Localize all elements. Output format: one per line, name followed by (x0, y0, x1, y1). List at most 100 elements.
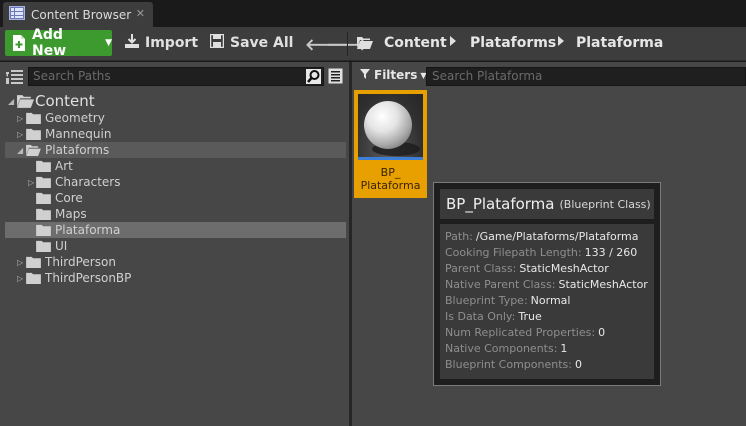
tooltip-row: Blueprint Type: Normal (445, 294, 654, 310)
tree-item-thirdpersonbp[interactable]: ▷ ThirdPersonBP (5, 270, 346, 286)
open-folder-icon (17, 94, 34, 111)
tooltip-key: Path: (445, 230, 473, 243)
tooltip-value: StaticMeshActor (519, 262, 609, 275)
tooltip-details: Path:/Game/Plataforms/Plataforma Cooking … (440, 224, 654, 379)
tooltip-key: Num Replicated Properties: (445, 326, 596, 339)
tree-item-label: Art (55, 159, 73, 173)
folder-icon (36, 192, 51, 207)
folder-icon (26, 256, 41, 271)
folder-icon (36, 160, 51, 175)
expand-arrow-icon[interactable]: ▷ (17, 274, 23, 283)
import-icon (125, 34, 145, 52)
blueprint-sphere-thumbnail (358, 94, 423, 157)
tooltip-row: Native Parent Class: StaticMeshActor (445, 278, 654, 294)
expand-arrow-icon[interactable]: ▷ (17, 258, 23, 267)
tree-item-label: Characters (55, 175, 121, 189)
tooltip-asset-type: (Blueprint Class) (559, 197, 651, 211)
expand-arrow-icon[interactable]: ▷ (17, 130, 23, 139)
tooltip-key: Parent Class: (445, 262, 517, 275)
tooltip-row: Cooking Filepath Length: 133 / 260 (445, 246, 654, 262)
tree-item-label: Core (55, 191, 83, 205)
tree-item-label: Maps (55, 207, 87, 221)
tree-item-geometry[interactable]: ▷ Geometry (5, 110, 346, 126)
collapse-arrow-icon[interactable]: ◢ (17, 146, 23, 155)
filter-icon (360, 68, 370, 82)
tree-item-label: ThirdPersonBP (45, 271, 132, 285)
asset-tile-bp-plataforma[interactable]: BP_ Plataforma (354, 90, 427, 198)
asset-type-color-bar (358, 157, 423, 160)
filters-label: Filters (374, 68, 418, 82)
folder-icon (36, 176, 51, 191)
tooltip-value: Normal (530, 294, 571, 307)
search-paths-placeholder: Search Paths (33, 69, 111, 83)
open-folder-icon (357, 36, 373, 52)
folder-icon (36, 240, 51, 255)
tooltip-header: BP_Plataforma (Blueprint Class) (440, 189, 654, 219)
expand-arrow-icon[interactable]: ▷ (17, 114, 23, 123)
tooltip-key: Blueprint Type: (445, 294, 528, 307)
breadcrumb-item-plataforms[interactable]: Plataforms (470, 31, 556, 55)
tooltip-key: Native Parent Class: (445, 278, 556, 291)
breadcrumb-item-plataforma[interactable]: Plataforma (576, 31, 663, 55)
asset-tooltip: BP_Plataforma (Blueprint Class) Path:/Ga… (433, 182, 661, 386)
tree-item-label: Content (35, 92, 95, 110)
tab-content-browser[interactable]: Content Browser ✕ (3, 2, 153, 27)
tree-item-ui[interactable]: UI (5, 238, 346, 254)
view-options-icon[interactable] (328, 68, 343, 87)
tree-item-label: UI (55, 239, 68, 253)
folder-icon (26, 112, 41, 127)
breadcrumb-arrow-icon[interactable] (558, 36, 564, 46)
tooltip-row: Native Components: 1 (445, 342, 654, 358)
tree-item-plataforms[interactable]: ◢ Plataforms (5, 142, 346, 158)
path-search-row: Search Paths (0, 65, 349, 89)
close-tab-icon[interactable]: ✕ (136, 7, 145, 20)
tree-item-thirdperson[interactable]: ▷ ThirdPerson (5, 254, 346, 270)
open-folder-icon (26, 144, 41, 159)
import-button[interactable]: Import (125, 31, 198, 55)
tree-item-content[interactable]: ◢ Content (5, 92, 346, 111)
folder-icon (26, 272, 41, 287)
chevron-down-icon: ▼ (105, 38, 112, 48)
search-assets-placeholder: Search Plataforma (432, 69, 543, 83)
search-paths-input[interactable]: Search Paths (28, 67, 324, 86)
tree-item-label: ThirdPerson (45, 255, 116, 269)
add-new-label: Add New (32, 27, 67, 59)
breadcrumb-arrow-icon[interactable] (450, 36, 456, 46)
expand-arrow-icon[interactable]: ▷ (28, 178, 34, 187)
search-icon (306, 69, 321, 87)
toolbar: Add New ▼ Import Save All 🡐 🡒 Content Pl… (0, 27, 746, 61)
save-all-label: Save All (230, 35, 294, 51)
breadcrumb-item-content[interactable]: Content (384, 31, 447, 55)
folder-icon (26, 128, 41, 143)
folder-icon (36, 224, 51, 239)
tree-item-maps[interactable]: Maps (5, 206, 346, 222)
tooltip-row: Blueprint Components: 0 (445, 358, 654, 374)
tooltip-value: StaticMeshActor (558, 278, 648, 291)
content-browser-icon (9, 6, 25, 23)
tooltip-row: Is Data Only: True (445, 310, 654, 326)
tooltip-value: 0 (598, 326, 606, 339)
toolbar-divider (347, 32, 348, 56)
tooltip-value: True (518, 310, 542, 323)
sources-panel-toggle-icon[interactable] (6, 69, 24, 88)
add-file-icon (12, 35, 26, 51)
tree-item-label: Mannequin (45, 127, 112, 141)
tooltip-value: 1 (560, 342, 568, 355)
filters-button[interactable]: Filters ▼ (360, 68, 427, 82)
tree-item-characters[interactable]: ▷ Characters (5, 174, 346, 190)
add-new-button[interactable]: Add New ▼ (5, 27, 112, 59)
tooltip-row: Path:/Game/Plataforms/Plataforma (445, 230, 654, 246)
collapse-arrow-icon[interactable]: ◢ (8, 97, 14, 106)
tab-title: Content Browser (31, 7, 132, 22)
tree-item-plataforma[interactable]: Plataforma (5, 222, 346, 238)
tooltip-value: /Game/Plataforms/Plataforma (475, 230, 639, 243)
tree-item-mannequin[interactable]: ▷ Mannequin (5, 126, 346, 142)
import-label: Import (145, 35, 199, 51)
tree-item-art[interactable]: Art (5, 158, 346, 174)
search-assets-input[interactable]: Search Plataforma (426, 67, 746, 86)
tree-item-core[interactable]: Core (5, 190, 346, 206)
save-all-button[interactable]: Save All (209, 31, 294, 55)
tree-item-label: Geometry (45, 111, 105, 125)
tooltip-row: Num Replicated Properties: 0 (445, 326, 654, 342)
folder-icon (36, 208, 51, 223)
